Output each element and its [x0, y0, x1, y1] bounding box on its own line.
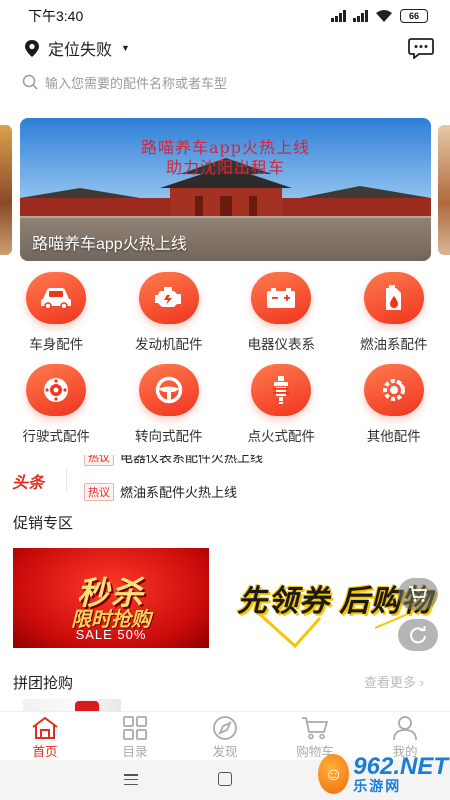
car-icon — [26, 272, 87, 324]
engine-icon — [138, 272, 199, 324]
category-label: 其他配件 — [366, 429, 421, 444]
watermark-logo: ☺ — [318, 754, 350, 794]
user-icon — [390, 715, 420, 741]
news-logo: 头条 — [12, 475, 45, 492]
tab-label: 目录 — [122, 745, 148, 759]
cart-icon — [409, 586, 428, 602]
category-grid: 车身配件 发动机配件 电器仪表系 燃油系配件 行驶式配件 转向式配件 点火式配件… — [0, 268, 450, 452]
floating-refresh-button[interactable] — [398, 619, 438, 651]
search-placeholder: 输入您需要的配件名称或者车型 — [45, 75, 228, 91]
home-button-icon[interactable] — [218, 772, 232, 786]
watermark-number: 962.NET — [353, 753, 448, 781]
battery-icon: 66 — [400, 9, 428, 23]
status-icons: 66 — [331, 9, 428, 23]
category-other-parts[interactable]: 其他配件 — [338, 360, 450, 452]
menu-icon[interactable] — [124, 774, 138, 785]
group-buy-more-link[interactable]: 查看更多 › — [364, 672, 424, 691]
wheel-icon — [26, 364, 87, 416]
compass-icon — [210, 715, 240, 741]
battery-icon — [251, 272, 312, 324]
category-body-parts[interactable]: 车身配件 — [0, 268, 113, 360]
news-item[interactable]: 热议 燃油系配件火热上线 — [84, 482, 237, 501]
search-icon — [22, 74, 38, 90]
promotions-title: 促销专区 — [13, 515, 74, 532]
site-watermark: ☺ 962.NET 乐游网 — [318, 751, 448, 797]
banner-carousel[interactable]: 路喵养车app火热上线 助力沈阳出租车 路喵养车app火热上线 — [20, 118, 431, 261]
fuel-can-icon — [363, 272, 424, 324]
signal-icon — [331, 10, 346, 22]
category-row: 行驶式配件 转向式配件 点火式配件 其他配件 — [0, 360, 450, 452]
chevron-down-icon: ▼ — [121, 43, 130, 53]
steering-wheel-icon — [138, 364, 199, 416]
home-icon — [30, 715, 60, 741]
grid-icon — [120, 715, 150, 741]
flash-sale-banner[interactable]: 秒杀 限时抢购 SALE 50% — [13, 548, 209, 648]
top-header: 定位失败 ▼ — [0, 33, 450, 63]
category-label: 燃油系配件 — [360, 337, 428, 352]
category-row: 车身配件 发动机配件 电器仪表系 燃油系配件 — [0, 268, 450, 360]
message-icon[interactable] — [408, 37, 434, 59]
status-time: 下午3:40 — [28, 8, 84, 24]
hot-tag: 热议 — [84, 455, 114, 466]
tools-icon — [363, 364, 424, 416]
banner-caption: 路喵养车app火热上线 — [32, 236, 187, 253]
signal-icon-2 — [353, 10, 368, 22]
category-electrical-parts[interactable]: 电器仪表系 — [225, 268, 338, 360]
tab-home[interactable]: 首页 — [0, 712, 90, 760]
banner-next-peek[interactable] — [438, 125, 450, 255]
watermark-text-group: 962.NET 乐游网 — [353, 754, 448, 794]
search-bar[interactable]: 输入您需要的配件名称或者车型 — [22, 70, 422, 94]
category-fuel-parts[interactable]: 燃油系配件 — [338, 268, 450, 360]
group-buy-title: 拼团抢购 — [13, 675, 74, 692]
flash-sale-discount: SALE 50% — [75, 627, 147, 642]
banner-headline-line2: 助力沈阳出租车 — [165, 158, 285, 177]
spark-plug-icon — [251, 364, 312, 416]
news-text: 燃油系配件火热上线 — [120, 485, 238, 500]
category-steering-parts[interactable]: 转向式配件 — [113, 360, 226, 452]
news-divider — [66, 469, 67, 491]
hot-tag: 热议 — [84, 482, 114, 501]
location-text: 定位失败 — [48, 42, 113, 59]
group-buy-product-image[interactable] — [23, 699, 121, 711]
category-label: 点火式配件 — [247, 429, 316, 444]
cart-icon — [300, 715, 330, 741]
category-engine-parts[interactable]: 发动机配件 — [113, 268, 226, 360]
wifi-icon — [376, 10, 392, 22]
tab-label: 发现 — [212, 745, 238, 759]
category-label: 转向式配件 — [135, 429, 203, 444]
category-label: 发动机配件 — [135, 337, 203, 352]
refresh-icon — [410, 626, 426, 644]
tab-catalog[interactable]: 目录 — [90, 712, 180, 760]
news-text: 电器仪表系配件火热上线 — [120, 455, 264, 465]
watermark-text: 乐游网 — [353, 778, 402, 795]
news-item[interactable]: 热议 电器仪表系配件火热上线 — [84, 455, 263, 466]
category-driving-parts[interactable]: 行驶式配件 — [0, 360, 113, 452]
news-ticker[interactable]: 头条 热议 电器仪表系配件火热上线 热议 燃油系配件火热上线 — [0, 455, 450, 503]
floating-cart-button[interactable] — [398, 578, 438, 610]
tab-discover[interactable]: 发现 — [180, 712, 270, 760]
banner-prev-peek[interactable] — [0, 125, 12, 255]
category-label: 电器仪表系 — [247, 337, 316, 352]
tab-label: 首页 — [32, 745, 58, 759]
status-bar: 下午3:40 66 — [0, 0, 450, 32]
category-label: 行驶式配件 — [22, 429, 91, 444]
location-pin-icon — [25, 39, 39, 57]
location-selector[interactable]: 定位失败 ▼ — [24, 36, 130, 60]
category-ignition-parts[interactable]: 点火式配件 — [225, 360, 338, 452]
category-label: 车身配件 — [29, 337, 84, 352]
